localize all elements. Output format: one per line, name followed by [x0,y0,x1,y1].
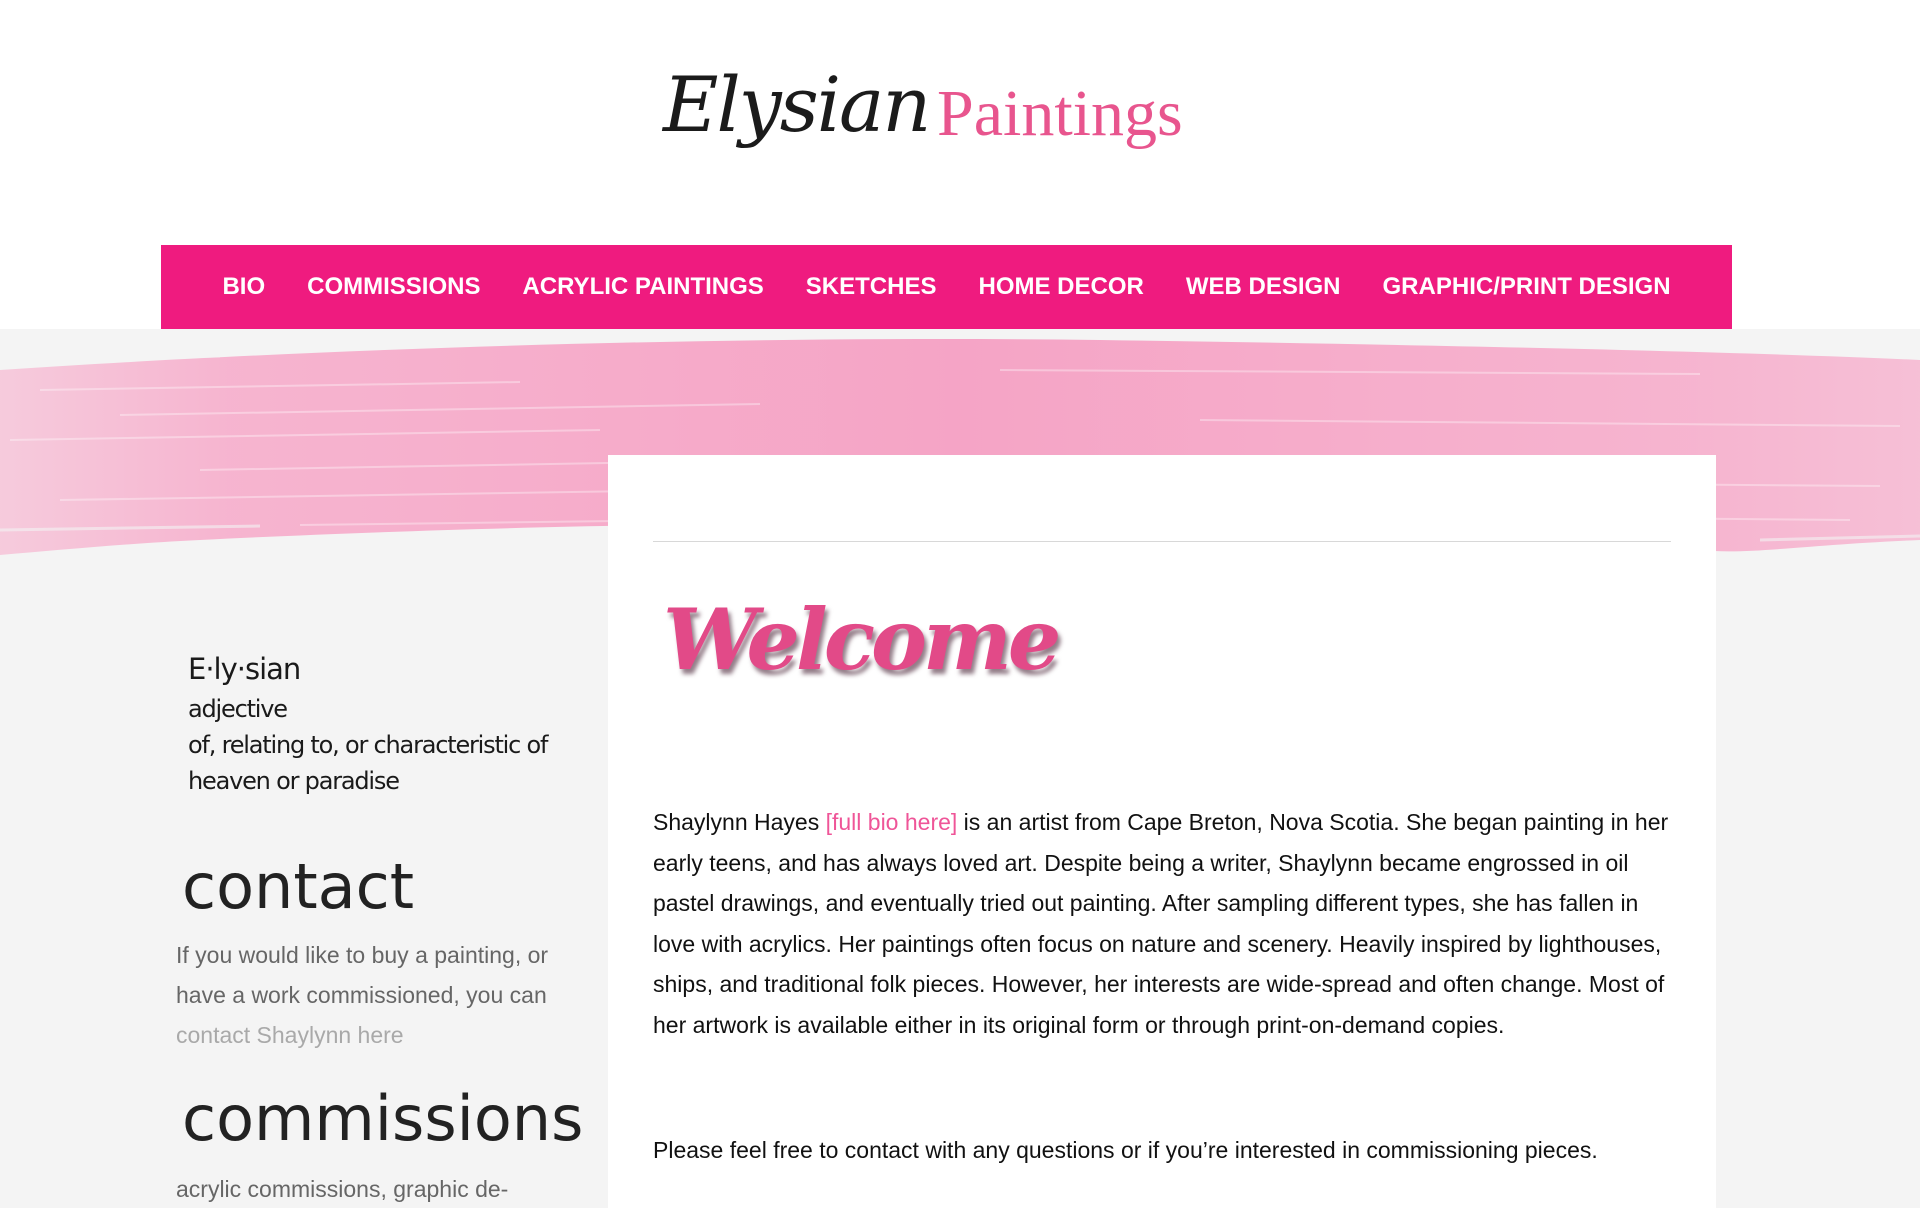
definition-line-1: of, relating to, or characteristic of [188,731,548,759]
nav-item-acrylic-paintings[interactable]: ACRYLIC PAINTINGS [522,273,763,301]
page: Elysian Paintings BIO COMMISSIONS ACRYLI… [0,0,1920,1208]
nav-item-commissions[interactable]: COMMISSIONS [307,273,480,301]
nav-item-home-decor[interactable]: HOME DECOR [978,273,1143,301]
full-bio-link[interactable]: [full bio here] [826,809,958,835]
definition-line-2: heaven or paradise [188,767,400,795]
contact-heading: contact [182,850,415,923]
logo-script-text: Elysian [663,60,931,149]
main-nav: BIO COMMISSIONS ACRYLIC PAINTINGS SKETCH… [161,245,1732,329]
definition-part-of-speech: adjective [188,695,288,723]
welcome-heading: Welcome [663,590,1061,689]
definition-word: E·ly·sian [188,652,301,686]
bio-text: is an artist from Cape Breton, Nova Scot… [653,809,1669,1038]
commissions-heading: commissions [182,1082,584,1155]
contact-text: If you would like to buy a painting, or … [176,935,556,1055]
bio-name: Shaylynn Hayes [653,809,826,835]
main-content: Welcome Shaylynn Hayes [full bio here] i… [608,455,1716,1208]
contact-note: Please feel free to contact with any que… [653,1137,1598,1163]
logo-serif-text: Paintings [937,77,1183,150]
commissions-text: acrylic commissions, graphic de- [176,1176,509,1202]
nav-item-bio[interactable]: BIO [222,273,265,301]
contact-text-body: If you would like to buy a painting, or … [176,942,549,1008]
nav-item-graphic-print-design[interactable]: GRAPHIC/PRINT DESIGN [1383,273,1671,301]
nav-item-sketches[interactable]: SKETCHES [806,273,937,301]
bio-paragraph: Shaylynn Hayes [full bio here] is an art… [653,802,1683,1045]
contact-link[interactable]: contact Shaylynn here [176,1022,404,1048]
divider [653,541,1671,542]
site-logo[interactable]: Elysian Paintings [655,50,1215,190]
nav-item-web-design[interactable]: WEB DESIGN [1186,273,1341,301]
